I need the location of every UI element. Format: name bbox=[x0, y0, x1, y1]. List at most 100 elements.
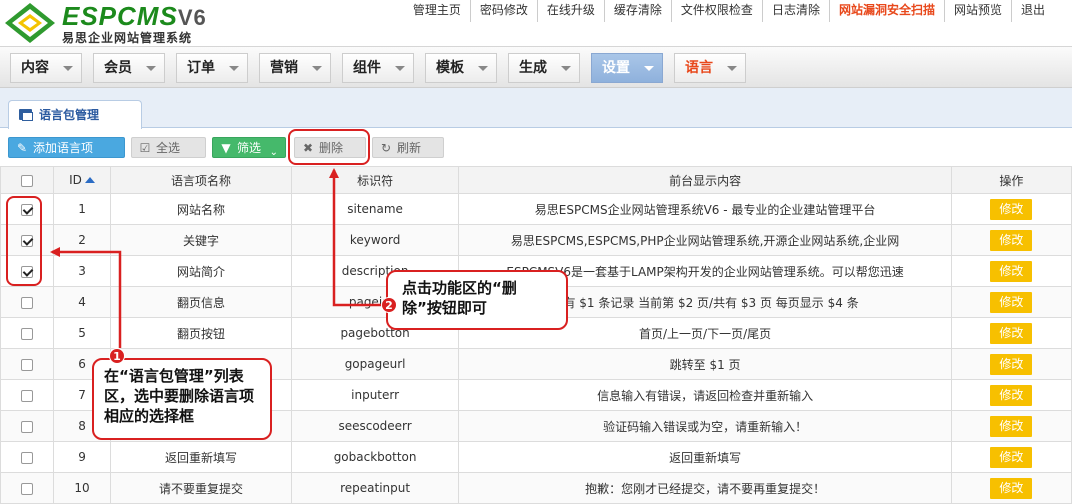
nav-tab-content[interactable]: 内容 bbox=[10, 53, 82, 83]
checkbox-highlight bbox=[6, 196, 42, 286]
cell-id: 4 bbox=[52, 286, 112, 318]
row-checkbox[interactable] bbox=[20, 451, 33, 464]
nav-tab-templates[interactable]: 模板 bbox=[425, 53, 497, 83]
row-checkbox-cell[interactable] bbox=[0, 317, 54, 349]
cell-id: 2 bbox=[52, 224, 112, 256]
row-checkbox-cell[interactable] bbox=[0, 348, 54, 380]
cell-key: sitename bbox=[290, 193, 460, 225]
cell-id: 5 bbox=[52, 317, 112, 349]
nav-tab-language[interactable]: 语言 bbox=[674, 53, 746, 83]
nav-tab-settings[interactable]: 设置 bbox=[591, 53, 663, 83]
cell-action: 修改 bbox=[950, 472, 1072, 504]
link-clear-cache[interactable]: 缓存清除 bbox=[603, 0, 671, 22]
table-row[interactable]: 2 关键字 keyword 易思ESPCMS,ESPCMS,PHP企业网站管理系统,开… bbox=[0, 224, 1072, 256]
chevron-down-icon bbox=[561, 66, 571, 71]
select-all-checkbox-cell[interactable] bbox=[0, 166, 54, 194]
chevron-down-icon bbox=[478, 66, 488, 71]
sort-asc-icon bbox=[84, 177, 95, 183]
cell-action: 修改 bbox=[950, 379, 1072, 411]
col-header-content: 前台显示内容 bbox=[458, 166, 952, 194]
edit-button[interactable]: 修改 bbox=[990, 415, 1033, 437]
row-checkbox[interactable] bbox=[20, 482, 33, 495]
language-item-table: ID 语言项名称 标识符 前台显示内容 操作 1 网站名称 sitename 易思ES… bbox=[0, 166, 1072, 504]
row-checkbox[interactable] bbox=[20, 296, 33, 309]
row-checkbox-cell[interactable] bbox=[0, 379, 54, 411]
edit-button[interactable]: 修改 bbox=[990, 322, 1033, 344]
edit-button[interactable]: 修改 bbox=[990, 353, 1033, 375]
edit-button[interactable]: 修改 bbox=[990, 198, 1033, 220]
link-site-preview[interactable]: 网站预览 bbox=[943, 0, 1011, 22]
link-file-permission-check[interactable]: 文件权限检查 bbox=[670, 0, 762, 22]
filter-button[interactable]: ▼ 筛选 ⌄ bbox=[212, 137, 286, 158]
refresh-button[interactable]: ↻ 刷新 bbox=[372, 137, 444, 158]
panel-header bbox=[0, 88, 1072, 128]
edit-button[interactable]: 修改 bbox=[990, 446, 1033, 468]
cell-key: gopageurl bbox=[290, 348, 460, 380]
cell-content: 易思ESPCMS企业网站管理系统V6 - 最专业的企业建站管理平台 bbox=[458, 193, 952, 225]
refresh-icon: ↻ bbox=[380, 141, 392, 155]
edit-button[interactable]: 修改 bbox=[990, 477, 1033, 499]
edit-button[interactable]: 修改 bbox=[990, 260, 1033, 282]
link-clear-logs[interactable]: 日志清除 bbox=[761, 0, 829, 22]
filter-icon: ▼ bbox=[221, 141, 231, 155]
cell-action: 修改 bbox=[950, 193, 1072, 225]
nav-tab-components[interactable]: 组件 bbox=[342, 53, 414, 83]
main-nav: 内容 会员 订单 营销 组件 模板 生成 设置 语言 bbox=[0, 46, 1072, 88]
window-icon bbox=[19, 109, 33, 121]
toolbar: ✎ 添加语言项 ☑ 全选 ▼ 筛选 ⌄ ✖ 删除 ↻ 刷新 bbox=[0, 134, 1072, 162]
row-checkbox-cell[interactable] bbox=[0, 472, 54, 504]
col-header-action: 操作 bbox=[950, 166, 1072, 194]
panel-tab-language-pack[interactable]: 语言包管理 bbox=[8, 100, 142, 129]
cell-content: 返回重新填写 bbox=[458, 441, 952, 473]
table-header-row: ID 语言项名称 标识符 前台显示内容 操作 bbox=[0, 166, 1072, 194]
edit-button[interactable]: 修改 bbox=[990, 291, 1033, 313]
link-logout[interactable]: 退出 bbox=[1010, 0, 1054, 22]
callout-step-1: 在“语言包管理”列表区，选中要删除语言项相应的选择框 bbox=[92, 358, 272, 440]
chevron-down-icon bbox=[727, 66, 737, 71]
link-online-upgrade[interactable]: 在线升级 bbox=[536, 0, 604, 22]
row-checkbox-cell[interactable] bbox=[0, 441, 54, 473]
col-header-id[interactable]: ID bbox=[52, 166, 112, 194]
cell-name: 网站简介 bbox=[110, 255, 292, 287]
row-checkbox-cell[interactable] bbox=[0, 286, 54, 318]
cell-content: 抱歉：您刚才已经提交，请不要再重复提交！ bbox=[458, 472, 952, 504]
select-all-checkbox[interactable] bbox=[20, 174, 33, 187]
edit-button[interactable]: 修改 bbox=[990, 384, 1033, 406]
cell-id: 10 bbox=[52, 472, 112, 504]
row-checkbox[interactable] bbox=[20, 420, 33, 433]
table-row[interactable]: 10 请不要重复提交 repeatinput 抱歉：您刚才已经提交，请不要再重复提交！… bbox=[0, 472, 1072, 504]
cell-name: 请不要重复提交 bbox=[110, 472, 292, 504]
nav-tab-orders[interactable]: 订单 bbox=[176, 53, 248, 83]
link-change-password[interactable]: 密码修改 bbox=[469, 0, 537, 22]
row-checkbox-cell[interactable] bbox=[0, 410, 54, 442]
table-row[interactable]: 9 返回重新填写 gobackbotton 返回重新填写 修改 bbox=[0, 441, 1072, 473]
edit-button[interactable]: 修改 bbox=[990, 229, 1033, 251]
app-window: ESPCMSV6 易思企业网站管理系统 管理主页 密码修改 在线升级 缓存清除 … bbox=[0, 0, 1072, 504]
edit-icon: ✎ bbox=[16, 141, 28, 155]
table-row[interactable]: 1 网站名称 sitename 易思ESPCMS企业网站管理系统V6 - 最专业的企业… bbox=[0, 193, 1072, 225]
select-all-button[interactable]: ☑ 全选 bbox=[131, 137, 206, 158]
cell-content: 跳转至 $1 页 bbox=[458, 348, 952, 380]
row-checkbox[interactable] bbox=[20, 327, 33, 340]
row-checkbox[interactable] bbox=[20, 358, 33, 371]
header: ESPCMSV6 易思企业网站管理系统 管理主页 密码修改 在线升级 缓存清除 … bbox=[0, 0, 1072, 46]
logo-diamond-icon bbox=[5, 3, 55, 43]
callout-step-2: 点击功能区的“删除”按钮即可 bbox=[386, 270, 568, 330]
delete-button-highlight bbox=[288, 129, 370, 165]
logo[interactable]: ESPCMSV6 易思企业网站管理系统 bbox=[4, 2, 224, 45]
chevron-down-icon bbox=[229, 66, 239, 71]
nav-tab-members[interactable]: 会员 bbox=[93, 53, 165, 83]
cell-key: keyword bbox=[290, 224, 460, 256]
cell-action: 修改 bbox=[950, 410, 1072, 442]
cell-action: 修改 bbox=[950, 224, 1072, 256]
nav-tab-marketing[interactable]: 营销 bbox=[259, 53, 331, 83]
link-security-scan[interactable]: 网站漏洞安全扫描 bbox=[828, 0, 944, 22]
checkbox-icon: ☑ bbox=[139, 141, 151, 155]
cell-name: 关键字 bbox=[110, 224, 292, 256]
add-language-item-button[interactable]: ✎ 添加语言项 bbox=[8, 137, 125, 158]
link-admin-home[interactable]: 管理主页 bbox=[404, 0, 470, 22]
cell-id: 1 bbox=[52, 193, 112, 225]
row-checkbox[interactable] bbox=[20, 389, 33, 402]
chevron-down-icon bbox=[312, 66, 322, 71]
nav-tab-generate[interactable]: 生成 bbox=[508, 53, 580, 83]
